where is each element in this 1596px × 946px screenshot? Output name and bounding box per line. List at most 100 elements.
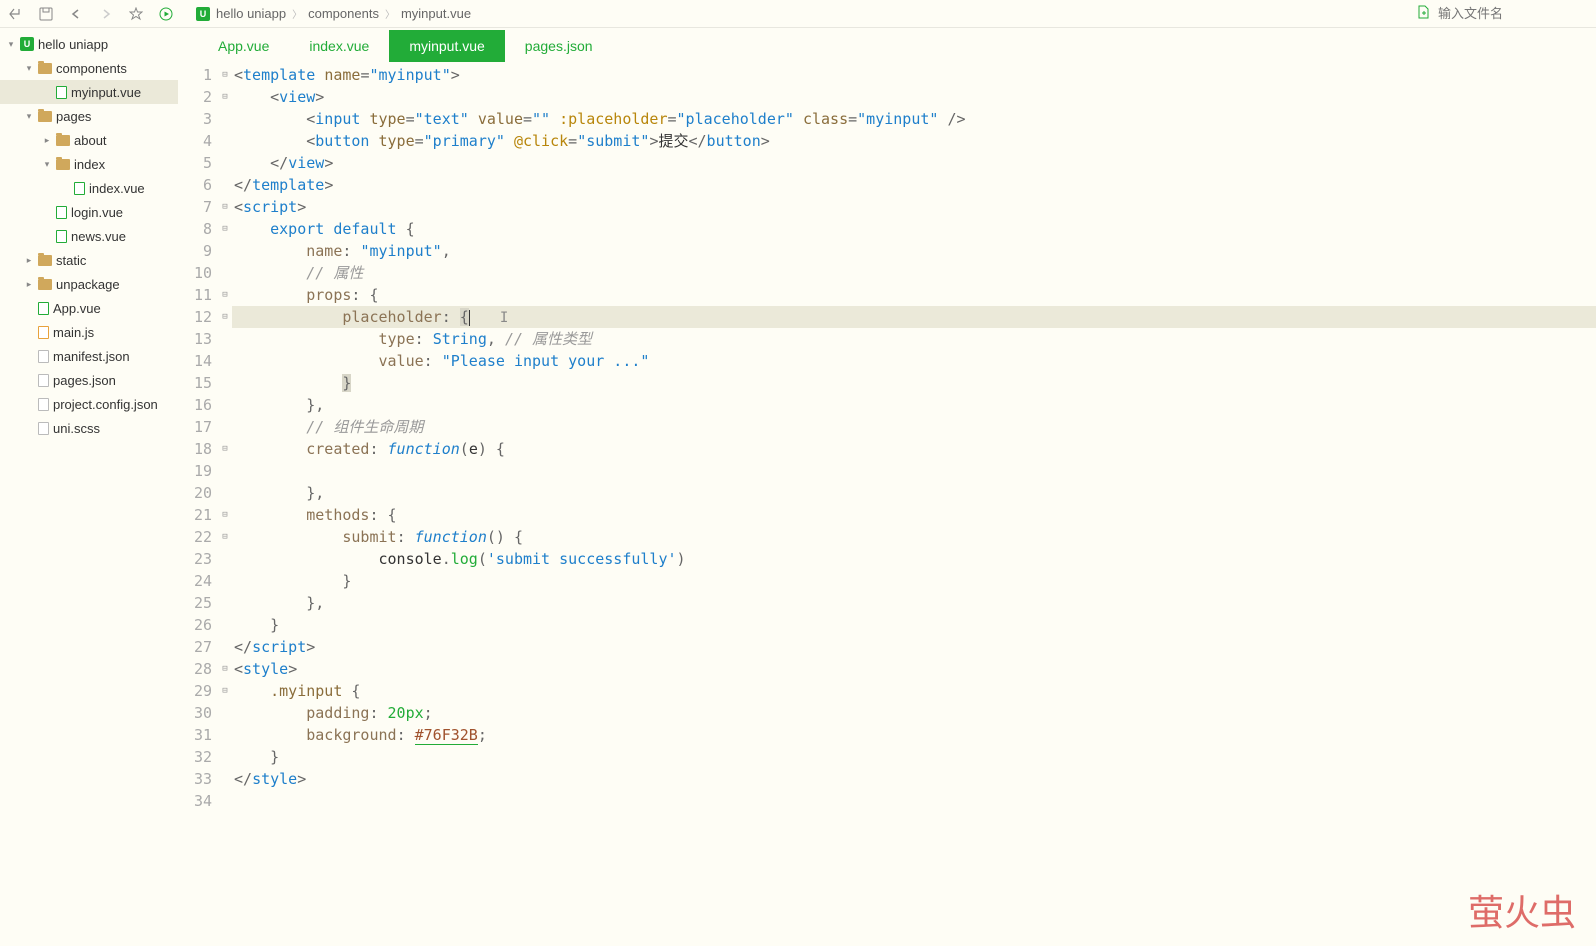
tree-item[interactable]: login.vue xyxy=(0,200,178,224)
code-line[interactable]: .myinput { xyxy=(232,680,1596,702)
fold-toggle[interactable] xyxy=(218,548,232,570)
tree-item[interactable]: index.vue xyxy=(0,176,178,200)
file-tree[interactable]: ▾ U hello uniapp ▾componentsmyinput.vue▾… xyxy=(0,28,178,946)
code-line[interactable]: methods: { xyxy=(232,504,1596,526)
fold-column[interactable]: ⊟⊟⊟⊟⊟⊟⊟⊟⊟⊟⊟ xyxy=(218,64,232,946)
fold-toggle[interactable] xyxy=(218,768,232,790)
run-icon[interactable] xyxy=(158,6,174,22)
tree-item[interactable]: ▸static xyxy=(0,248,178,272)
fold-toggle[interactable] xyxy=(218,240,232,262)
code-line[interactable]: <view> xyxy=(232,86,1596,108)
code-line[interactable]: export default { xyxy=(232,218,1596,240)
code-line[interactable]: name: "myinput", xyxy=(232,240,1596,262)
fold-toggle[interactable]: ⊟ xyxy=(218,680,232,702)
chevron-icon[interactable]: ▸ xyxy=(24,255,34,266)
fold-toggle[interactable] xyxy=(218,350,232,372)
tree-item[interactable]: news.vue xyxy=(0,224,178,248)
code-line[interactable]: </template> xyxy=(232,174,1596,196)
chevron-icon[interactable]: ▾ xyxy=(24,63,34,74)
code-line[interactable]: type: String, // 属性类型 xyxy=(232,328,1596,350)
code-line[interactable]: // 组件生命周期 xyxy=(232,416,1596,438)
code-line[interactable]: </style> xyxy=(232,768,1596,790)
fold-toggle[interactable]: ⊟ xyxy=(218,306,232,328)
tree-item[interactable]: myinput.vue xyxy=(0,80,178,104)
search-input[interactable] xyxy=(1438,6,1588,21)
fold-toggle[interactable] xyxy=(218,724,232,746)
code-line[interactable]: } xyxy=(232,746,1596,768)
tree-item[interactable]: manifest.json xyxy=(0,344,178,368)
code-line[interactable] xyxy=(232,790,1596,812)
fold-toggle[interactable] xyxy=(218,108,232,130)
code-line[interactable] xyxy=(232,460,1596,482)
fold-toggle[interactable] xyxy=(218,262,232,284)
fold-toggle[interactable] xyxy=(218,416,232,438)
fold-toggle[interactable] xyxy=(218,570,232,592)
fold-toggle[interactable]: ⊟ xyxy=(218,196,232,218)
code-line[interactable]: } xyxy=(232,570,1596,592)
tab[interactable]: myinput.vue xyxy=(389,30,504,62)
code-line[interactable]: padding: 20px; xyxy=(232,702,1596,724)
code-line[interactable]: placeholder: {I xyxy=(232,306,1596,328)
nav-back-icon[interactable] xyxy=(68,6,84,22)
code-line[interactable]: <script> xyxy=(232,196,1596,218)
code-line[interactable]: <style> xyxy=(232,658,1596,680)
fold-toggle[interactable] xyxy=(218,592,232,614)
code-line[interactable]: submit: function() { xyxy=(232,526,1596,548)
code-line[interactable]: <button type="primary" @click="submit">提… xyxy=(232,130,1596,152)
tree-item[interactable]: ▾components xyxy=(0,56,178,80)
code-line[interactable]: }, xyxy=(232,482,1596,504)
code-line[interactable]: } xyxy=(232,614,1596,636)
save-icon[interactable] xyxy=(38,6,54,22)
fold-toggle[interactable] xyxy=(218,372,232,394)
breadcrumb-item[interactable]: hello uniapp xyxy=(216,6,286,21)
breadcrumb-item[interactable]: components xyxy=(308,6,379,21)
chevron-down-icon[interactable]: ▾ xyxy=(6,39,16,50)
code-line[interactable]: console.log('submit successfully') xyxy=(232,548,1596,570)
code-line[interactable]: value: "Please input your ..." xyxy=(232,350,1596,372)
back-arrow-icon[interactable] xyxy=(8,6,24,22)
tree-item[interactable]: pages.json xyxy=(0,368,178,392)
breadcrumb-item[interactable]: myinput.vue xyxy=(401,6,471,21)
code-line[interactable]: }, xyxy=(232,592,1596,614)
code-area[interactable]: 1234567891011121314151617181920212223242… xyxy=(178,64,1596,946)
tab[interactable]: App.vue xyxy=(198,30,289,62)
chevron-icon[interactable]: ▸ xyxy=(42,135,52,146)
fold-toggle[interactable] xyxy=(218,790,232,812)
tree-item[interactable]: project.config.json xyxy=(0,392,178,416)
code-line[interactable]: } xyxy=(232,372,1596,394)
tree-item[interactable]: uni.scss xyxy=(0,416,178,440)
tree-item[interactable]: ▸unpackage xyxy=(0,272,178,296)
fold-toggle[interactable] xyxy=(218,174,232,196)
fold-toggle[interactable] xyxy=(218,328,232,350)
fold-toggle[interactable] xyxy=(218,702,232,724)
code-line[interactable]: <input type="text" value="" :placeholder… xyxy=(232,108,1596,130)
code-line[interactable]: created: function(e) { xyxy=(232,438,1596,460)
chevron-icon[interactable]: ▾ xyxy=(24,111,34,122)
fold-toggle[interactable]: ⊟ xyxy=(218,504,232,526)
fold-toggle[interactable]: ⊟ xyxy=(218,218,232,240)
fold-toggle[interactable]: ⊟ xyxy=(218,64,232,86)
code-line[interactable]: props: { xyxy=(232,284,1596,306)
fold-toggle[interactable] xyxy=(218,482,232,504)
fold-toggle[interactable] xyxy=(218,746,232,768)
fold-toggle[interactable] xyxy=(218,636,232,658)
fold-toggle[interactable]: ⊟ xyxy=(218,658,232,680)
tree-item[interactable]: main.js xyxy=(0,320,178,344)
code-line[interactable]: background: #76F32B; xyxy=(232,724,1596,746)
tree-project-root[interactable]: ▾ U hello uniapp xyxy=(0,32,178,56)
fold-toggle[interactable]: ⊟ xyxy=(218,86,232,108)
code-content[interactable]: <template name="myinput"> <view> <input … xyxy=(232,64,1596,946)
fold-toggle[interactable] xyxy=(218,130,232,152)
code-line[interactable]: // 属性 xyxy=(232,262,1596,284)
fold-toggle[interactable]: ⊟ xyxy=(218,438,232,460)
chevron-icon[interactable]: ▸ xyxy=(24,279,34,290)
tree-item[interactable]: App.vue xyxy=(0,296,178,320)
tree-item[interactable]: ▾pages xyxy=(0,104,178,128)
tab[interactable]: index.vue xyxy=(289,30,389,62)
new-file-icon[interactable] xyxy=(1416,5,1430,22)
fold-toggle[interactable] xyxy=(218,614,232,636)
code-line[interactable]: <template name="myinput"> xyxy=(232,64,1596,86)
fold-toggle[interactable] xyxy=(218,460,232,482)
tree-item[interactable]: ▾index xyxy=(0,152,178,176)
code-line[interactable]: </view> xyxy=(232,152,1596,174)
